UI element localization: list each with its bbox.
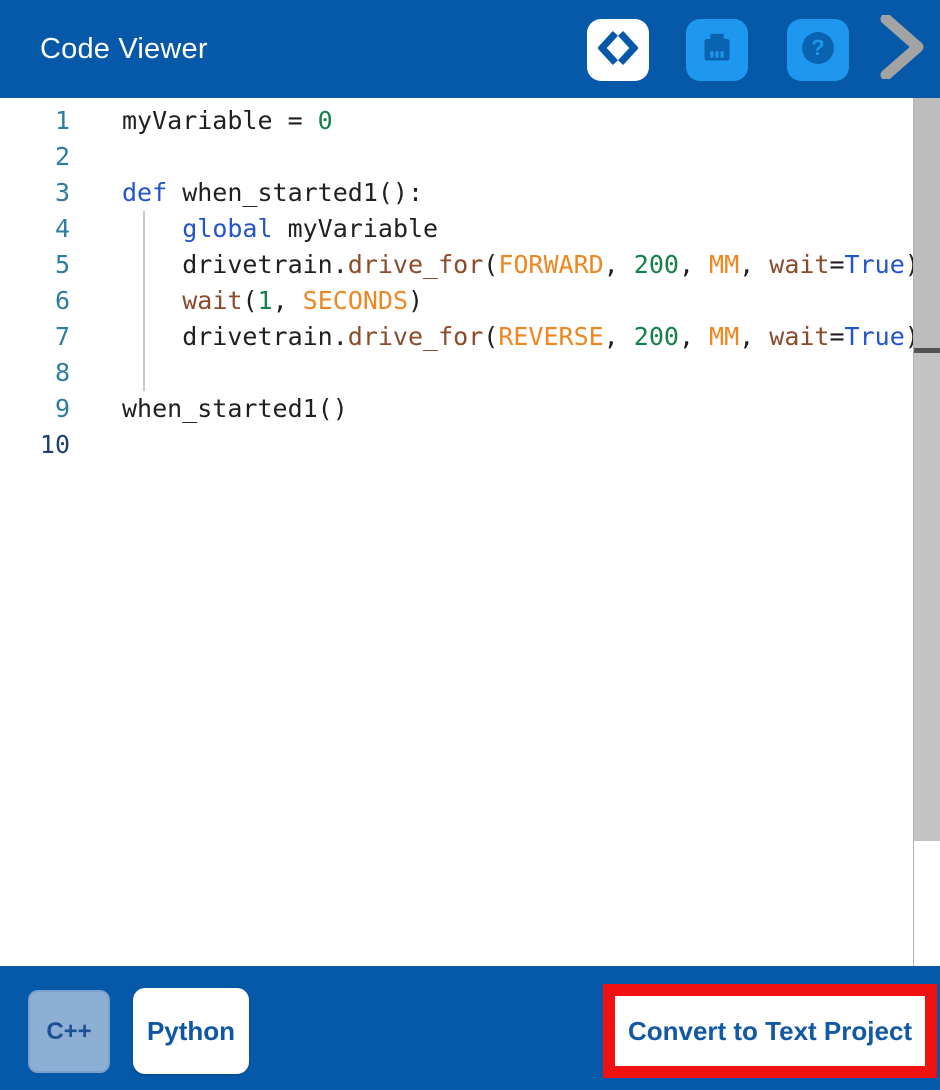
code-lines: myVariable = 0 def when_started1(): globa… bbox=[122, 103, 913, 463]
header-bar: Code Viewer ? bbox=[0, 0, 940, 98]
code-line: global myVariable bbox=[122, 211, 913, 247]
scrollbar-gutter bbox=[913, 98, 940, 966]
help-button[interactable]: ? bbox=[787, 19, 849, 81]
code-line: myVariable = 0 bbox=[122, 103, 913, 139]
code-editor: 12345678910 myVariable = 0 def when_start… bbox=[0, 98, 913, 966]
code-icon bbox=[598, 31, 638, 70]
cpp-language-button[interactable]: C++ bbox=[28, 990, 110, 1073]
svg-text:?: ? bbox=[811, 35, 824, 60]
code-line: wait(1, SECONDS) bbox=[122, 283, 913, 319]
python-language-button[interactable]: Python bbox=[133, 988, 249, 1074]
line-number: 6 bbox=[0, 283, 70, 319]
line-numbers: 12345678910 bbox=[0, 103, 70, 463]
line-number: 3 bbox=[0, 175, 70, 211]
code-line: drivetrain.drive_for(FORWARD, 200, MM, w… bbox=[122, 247, 913, 283]
tutorial-highlight-box: Convert to Text Project bbox=[603, 984, 937, 1078]
line-number: 2 bbox=[0, 139, 70, 175]
line-number: 8 bbox=[0, 355, 70, 391]
scrollbar-track[interactable] bbox=[914, 98, 940, 841]
line-number: 5 bbox=[0, 247, 70, 283]
code-line: drivetrain.drive_for(REVERSE, 200, MM, w… bbox=[122, 319, 913, 355]
code-line bbox=[122, 139, 913, 175]
line-number: 1 bbox=[0, 103, 70, 139]
help-icon: ? bbox=[797, 27, 839, 74]
line-number: 10 bbox=[0, 427, 70, 463]
code-line: when_started1() bbox=[122, 391, 913, 427]
code-viewer-button[interactable] bbox=[587, 19, 649, 81]
line-number: 7 bbox=[0, 319, 70, 355]
footer-bar: C++ Python Convert to Text Project bbox=[0, 966, 940, 1090]
code-line: def when_started1(): bbox=[122, 175, 913, 211]
code-line bbox=[122, 427, 913, 463]
page-title: Code Viewer bbox=[40, 0, 208, 98]
chevron-right-icon bbox=[878, 15, 928, 84]
brain-button[interactable] bbox=[686, 19, 748, 81]
brain-icon bbox=[697, 28, 737, 73]
line-number: 4 bbox=[0, 211, 70, 247]
expand-panel-button[interactable] bbox=[874, 16, 932, 82]
scrollbar-thumb[interactable] bbox=[914, 98, 940, 353]
code-line bbox=[122, 355, 913, 391]
line-number: 9 bbox=[0, 391, 70, 427]
convert-to-text-project-button[interactable]: Convert to Text Project bbox=[615, 996, 925, 1066]
